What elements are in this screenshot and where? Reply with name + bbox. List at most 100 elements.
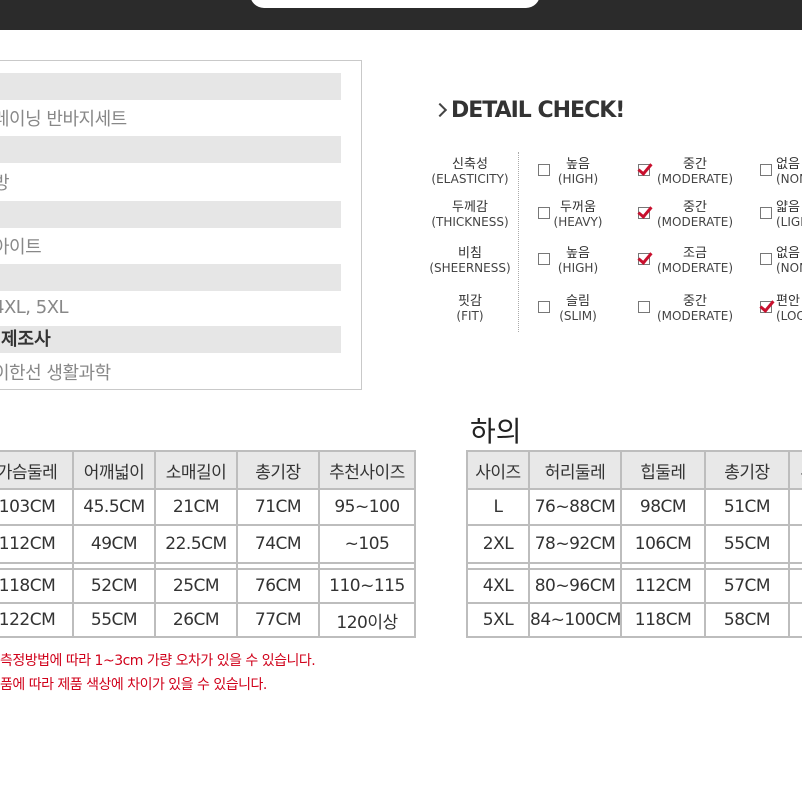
option-label: 편안(LOOSE) [776, 294, 802, 323]
measurement-note: 측정방법에 따라 1~3cm 가량 오차가 있을 수 있습니다. [0, 653, 316, 669]
table-row: 2XL 78~92CM 106CM 55CM [466, 524, 802, 564]
checkbox-thickness-moderate [638, 207, 650, 219]
option-label: 중간 (MODERATE) [656, 200, 734, 229]
header-chest: 가슴둘레 [0, 450, 74, 490]
header-waist: 허리둘레 [528, 450, 622, 490]
table-cell: 51CM [704, 488, 790, 526]
table-cell: 118CM [620, 602, 706, 638]
color-value: 아이트 [0, 237, 42, 258]
table-cell: 45.5CM [72, 488, 156, 526]
table-cell: 71CM [236, 488, 320, 526]
table-cell: 112CM [0, 524, 74, 564]
checkbox-thickness-light [760, 207, 772, 219]
divider [518, 152, 519, 332]
color-note: 품에 따라 제품 색상에 차이가 있을 수 있습니다. [0, 677, 267, 693]
bottoms-heading: 하의 [470, 415, 522, 448]
table-row: 112CM 49CM 22.5CM 74CM ~105 [0, 524, 416, 564]
header-hip: 힙둘레 [620, 450, 706, 490]
checkbox-elasticity-none [760, 164, 772, 176]
product-spec-panel: 레이닝 반바지세트 방 아이트 4XL, 5XL 제조사 이한선 생활과학 [0, 60, 362, 390]
table-cell: 57CM [704, 568, 790, 604]
table-cell: 58CM [704, 602, 790, 638]
table-cell: 52CM [72, 568, 156, 604]
header-length: 총기장 [704, 450, 790, 490]
option-label: 없음(NONE) [776, 157, 802, 186]
checkbox-elasticity-moderate [638, 164, 650, 176]
table-cell: ~105 [318, 524, 416, 564]
option-label: 없음(NONE) [776, 246, 802, 275]
option-label: 두꺼움 (HEAVY) [553, 200, 603, 229]
table-cell: 77CM [236, 602, 320, 638]
spec-bar [0, 201, 341, 228]
header-recommended: 추 [788, 450, 802, 490]
table-cell: 1 [788, 568, 802, 604]
table-cell [788, 488, 802, 526]
table-cell: 26CM [154, 602, 238, 638]
table-cell: 84~100CM [528, 602, 622, 638]
checkbox-sheerness-moderate [638, 253, 650, 265]
table-cell: 22.5CM [154, 524, 238, 564]
header-length: 총기장 [236, 450, 320, 490]
header-sleeve: 소매길이 [154, 450, 238, 490]
product-name-value: 레이닝 반바지세트 [0, 109, 127, 130]
maker-value: 이한선 생활과학 [0, 363, 111, 384]
table-row: 118CM 52CM 25CM 76CM 110~115 [0, 568, 416, 604]
table-cell: 2XL [466, 524, 530, 564]
table-cell: 55CM [72, 602, 156, 638]
option-label: 중간 (MODERATE) [656, 294, 734, 323]
table-cell: 110~115 [318, 568, 416, 604]
chevron-right-icon [432, 102, 448, 118]
table-row: 4XL 80~96CM 112CM 57CM 1 [466, 568, 802, 604]
table-cell: 78~92CM [528, 524, 622, 564]
table-cell: 98CM [620, 488, 706, 526]
detail-check-title: DETAIL CHECK! [432, 98, 625, 123]
maker-label: 제조사 [0, 326, 341, 353]
table-cell: 80~96CM [528, 568, 622, 604]
table-row: L 76~88CM 98CM 51CM [466, 488, 802, 526]
spec-bar [0, 136, 341, 163]
option-label: 슬림 (SLIM) [559, 294, 597, 323]
table-cell: 122CM [0, 602, 74, 638]
table-cell: 118CM [0, 568, 74, 604]
table-row: 122CM 55CM 26CM 77CM 120이상 [0, 602, 416, 638]
table-row: 103CM 45.5CM 21CM 71CM 95~100 [0, 488, 416, 526]
detail-row-label: 신축성 (ELASTICITY) [431, 157, 509, 186]
table-cell: 112CM [620, 568, 706, 604]
spec-bar [0, 264, 341, 291]
table-cell: 4XL [466, 568, 530, 604]
checkbox-fit-moderate [638, 301, 650, 313]
header-shoulder: 어깨넓이 [72, 450, 156, 490]
table-cell: 5XL [466, 602, 530, 638]
table-cell: 55CM [704, 524, 790, 564]
bottom-size-table: 사이즈 허리둘레 힙둘레 총기장 추 L 76~88CM 98CM 51CM 2… [466, 450, 802, 638]
size-value: 4XL, 5XL [0, 297, 69, 318]
spec-bar [0, 73, 341, 100]
table-cell: L [466, 488, 530, 526]
fabric-value: 방 [0, 173, 10, 194]
table-cell: 106CM [620, 524, 706, 564]
detail-row-label: 비침 (SHEERNESS) [429, 246, 511, 275]
table-cell: 103CM [0, 488, 74, 526]
checkbox-sheerness-none [760, 253, 772, 265]
checkbox-fit-loose [760, 301, 772, 313]
option-label: 조금 (MODERATE) [656, 246, 734, 275]
table-cell: 49CM [72, 524, 156, 564]
table-cell [788, 602, 802, 638]
table-cell: 76~88CM [528, 488, 622, 526]
table-cell: 95~100 [318, 488, 416, 526]
option-label: 중간 (MODERATE) [656, 157, 734, 186]
detail-row-label: 두께감 (THICKNESS) [431, 200, 509, 229]
option-label: 얇음(LIGHT) [776, 200, 802, 229]
header-recommended: 추천사이즈 [318, 450, 416, 490]
detail-row-label: 핏감 (FIT) [456, 294, 484, 323]
table-cell: 74CM [236, 524, 320, 564]
table-row: 5XL 84~100CM 118CM 58CM [466, 602, 802, 638]
table-cell [788, 524, 802, 564]
top-size-table: 가슴둘레 어깨넓이 소매길이 총기장 추천사이즈 103CM 45.5CM 21… [0, 450, 416, 638]
table-cell: 120이상 [318, 602, 416, 638]
header-size: 사이즈 [466, 450, 530, 490]
banner-title-pill [250, 0, 540, 8]
header-banner [0, 0, 802, 30]
option-label: 높음 (HIGH) [557, 157, 599, 186]
table-cell: 25CM [154, 568, 238, 604]
